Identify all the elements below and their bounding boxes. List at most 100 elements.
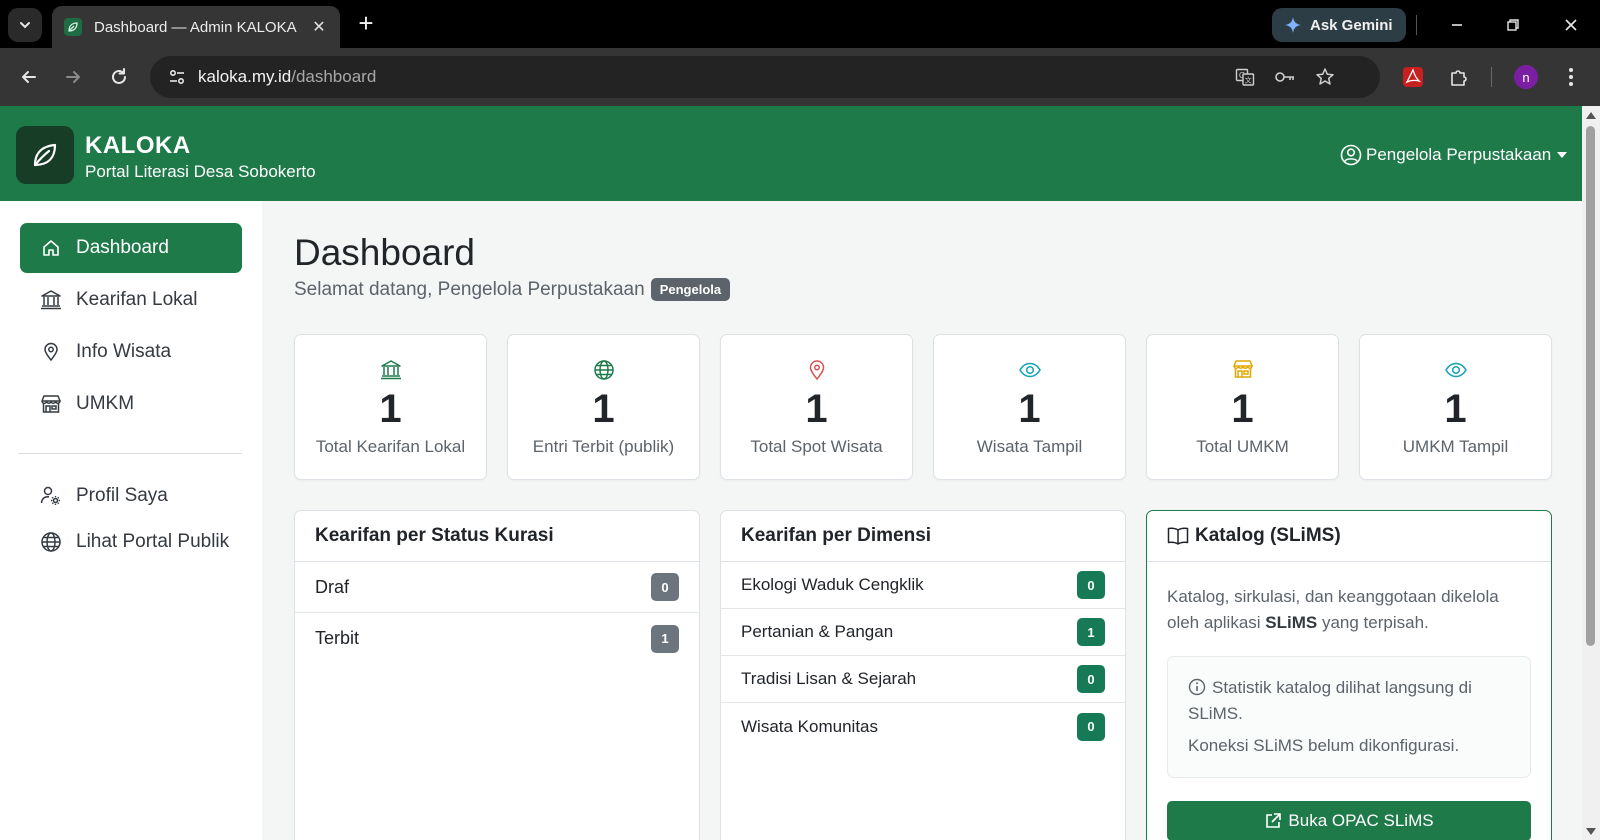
globe-icon [40, 531, 62, 553]
stat-label: UMKM Tampil [1402, 437, 1509, 456]
browser-toolbar: kaloka.my.id/dashboard G文 n [0, 48, 1600, 106]
new-tab-button[interactable]: + [352, 10, 380, 38]
sidebar-item-lihat-portal-publik[interactable]: Lihat Portal Publik [20, 523, 242, 587]
scroll-up-icon[interactable] [1586, 112, 1596, 119]
katalog-desc-bold: SLiMS [1265, 613, 1318, 632]
role-badge: Pengelola [650, 278, 731, 301]
forward-button[interactable] [58, 62, 88, 92]
url-domain: kaloka.my.id [198, 67, 292, 86]
sidebar-item-label: Lihat Portal Publik [76, 531, 230, 552]
gemini-sparkle-icon [1285, 17, 1301, 33]
panel-dimensi: Kearifan per Dimensi Ekologi Waduk Cengk… [720, 510, 1126, 840]
brand-logo[interactable] [16, 126, 74, 184]
browser-menu-button[interactable] [1556, 62, 1586, 92]
sidebar-item-dashboard[interactable]: Dashboard [20, 223, 242, 273]
list-item-label: Draf [315, 576, 350, 597]
open-opac-slims-button[interactable]: Buka OPAC SLiMS [1167, 801, 1531, 840]
external-link-icon [1266, 813, 1282, 828]
close-icon [1565, 19, 1577, 31]
panel-title: Kearifan per Dimensi [721, 511, 1125, 562]
sidebar-item-umkm[interactable]: UMKM [20, 379, 242, 429]
back-button[interactable] [14, 62, 44, 92]
katalog-desc-text-end: yang terpisah. [1317, 613, 1429, 632]
ask-gemini-button[interactable]: Ask Gemini [1272, 8, 1406, 42]
panel-status-kurasi: Kearifan per Status Kurasi Draf 0 Terbit… [294, 510, 700, 840]
sidebar-item-label: UMKM [76, 393, 135, 414]
restore-button[interactable] [1498, 10, 1528, 40]
scroll-down-icon[interactable] [1586, 828, 1596, 835]
stat-card-umkm-tampil: 1 UMKM Tampil [1359, 334, 1552, 480]
info-circle-icon [1188, 678, 1206, 696]
list-item-label: Terbit [315, 628, 360, 648]
puzzle-icon [1451, 70, 1467, 86]
page-scrollbar[interactable] [1582, 106, 1600, 840]
arrow-right-icon [66, 71, 80, 83]
bookmark-button[interactable] [1310, 62, 1340, 92]
minimize-icon [1452, 24, 1462, 26]
reload-icon [112, 68, 126, 84]
stat-card-wisata-tampil: 1 Wisata Tampil [933, 334, 1126, 480]
translate-icon: G文 [1235, 68, 1255, 86]
chevron-down-icon [20, 22, 30, 29]
tab-search-button[interactable] [8, 8, 42, 42]
translate-button[interactable]: G文 [1230, 62, 1260, 92]
sidebar: Dashboard Kearifan Lokal Info Wisata UMK… [0, 201, 262, 840]
list-item: Wisata Komunitas 0 [721, 703, 1125, 750]
site-info-button[interactable] [162, 62, 192, 92]
pdf-extension-button[interactable] [1398, 62, 1428, 92]
svg-text:文: 文 [1245, 76, 1252, 85]
profile-avatar[interactable]: n [1514, 65, 1538, 89]
list-item-label: Ekologi Waduk Cengklik [741, 575, 924, 594]
count-badge: 1 [1077, 618, 1105, 646]
caret-down-icon [1557, 152, 1568, 158]
list-item-label: Pertanian & Pangan [741, 622, 894, 641]
brand-name[interactable]: KALOKA [85, 132, 191, 160]
scroll-thumb[interactable] [1586, 126, 1595, 646]
katalog-info-box: Statistik katalog dilihat langsung di SL… [1167, 656, 1531, 778]
stat-label: Total Kearifan Lokal [315, 437, 466, 456]
count-badge: 0 [651, 573, 679, 601]
stat-card-total-umkm: 1 Total UMKM [1146, 334, 1339, 480]
eye-icon [1360, 359, 1551, 381]
stat-value: 1 [1018, 387, 1041, 431]
close-window-button[interactable] [1556, 10, 1586, 40]
leaf-icon [33, 143, 57, 167]
sidebar-item-profil-saya[interactable]: Profil Saya [20, 471, 242, 521]
stat-card-total-kearifan: 1 Total Kearifan Lokal [294, 334, 487, 480]
browser-tab-active[interactable]: Dashboard — Admin KALOKA ✕ [52, 6, 340, 48]
minimize-button[interactable] [1442, 10, 1472, 40]
favicon-leaf-icon [64, 18, 82, 36]
panel-title: Kearifan per Status Kurasi [295, 511, 699, 562]
home-icon [40, 237, 62, 259]
sidebar-item-label: Info Wisata [76, 341, 172, 362]
globe-icon [508, 359, 699, 381]
extensions-button[interactable] [1444, 62, 1474, 92]
password-key-button[interactable] [1270, 62, 1300, 92]
count-badge: 0 [1077, 665, 1105, 693]
sidebar-item-info-wisata[interactable]: Info Wisata [20, 327, 242, 377]
user-menu-label: Pengelola Perpustakaan [1366, 145, 1552, 164]
sidebar-item-label: Profil Saya [76, 485, 168, 506]
map-pin-icon [721, 359, 912, 381]
tab-close-icon[interactable]: ✕ [308, 17, 330, 37]
tab-title: Dashboard — Admin KALOKA [94, 18, 297, 36]
kebab-menu-icon [1569, 68, 1573, 86]
tune-icon [169, 69, 185, 85]
sidebar-item-label: Dashboard [76, 237, 169, 258]
eye-icon [934, 359, 1125, 381]
url-text[interactable]: kaloka.my.id/dashboard [198, 67, 376, 87]
browser-tabstrip: Dashboard — Admin KALOKA ✕ + Ask Gemini [0, 0, 1600, 48]
list-item-label: Tradisi Lisan & Sejarah [741, 669, 917, 688]
restore-icon [1507, 19, 1519, 31]
sidebar-item-kearifan-lokal[interactable]: Kearifan Lokal [20, 275, 242, 325]
stat-value: 1 [1444, 387, 1467, 431]
info-line: Statistik katalog dilihat langsung di SL… [1188, 675, 1510, 727]
shop-icon [40, 393, 62, 415]
sidebar-item-label: Kearifan Lokal [76, 289, 198, 310]
reload-button[interactable] [104, 62, 134, 92]
address-bar[interactable]: kaloka.my.id/dashboard G文 [150, 56, 1380, 98]
count-badge: 0 [1077, 712, 1105, 741]
stat-label: Wisata Tampil [976, 437, 1083, 456]
shop-icon [1147, 359, 1338, 381]
user-menu-dropdown[interactable]: Pengelola Perpustakaan [1340, 142, 1568, 168]
